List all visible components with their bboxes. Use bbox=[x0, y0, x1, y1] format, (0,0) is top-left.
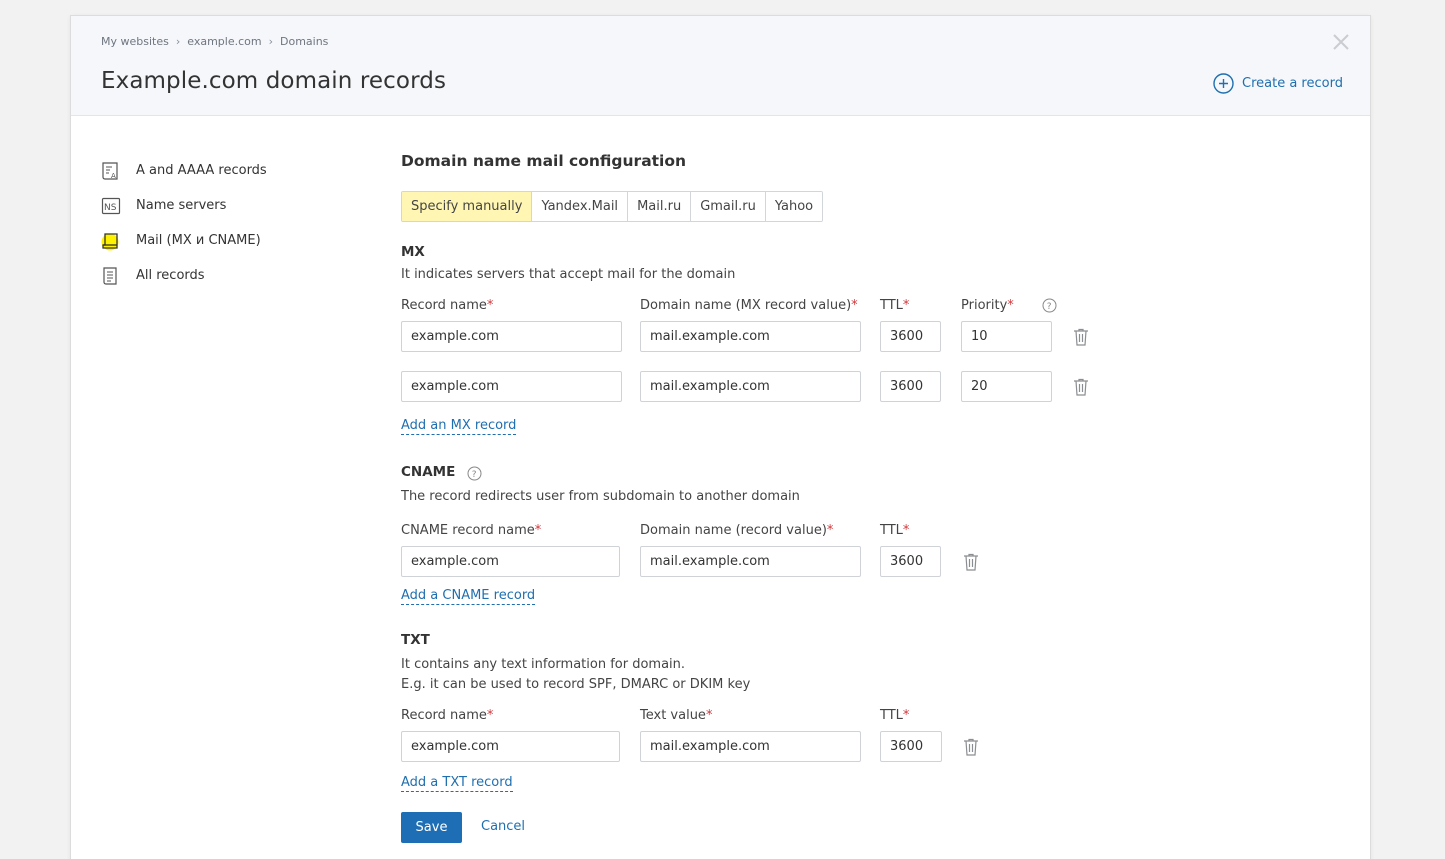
txt-title: TXT bbox=[401, 632, 430, 648]
plus-circle-icon bbox=[1213, 73, 1234, 94]
cname-value-label: Domain name (record value)* bbox=[640, 523, 834, 538]
sidebar-item-all-records[interactable]: All records bbox=[101, 258, 267, 293]
svg-text:NS: NS bbox=[104, 203, 117, 213]
question-circle-icon[interactable]: ? bbox=[1042, 298, 1057, 313]
domain-records-panel: My websites › example.com › Domains Exam… bbox=[70, 15, 1371, 859]
txt-value-label: Text value* bbox=[640, 708, 713, 723]
breadcrumb-my-websites[interactable]: My websites bbox=[101, 35, 169, 48]
sidebar: A A and AAAA records NS Name servers Mai… bbox=[101, 153, 267, 293]
sidebar-item-label: Name servers bbox=[136, 198, 227, 213]
mx-ttl-input[interactable] bbox=[880, 371, 941, 402]
cname-record-value-input[interactable] bbox=[640, 546, 861, 577]
txt-record-name-input[interactable] bbox=[401, 731, 620, 762]
cname-title: CNAME bbox=[401, 464, 456, 480]
tab-gmail-ru[interactable]: Gmail.ru bbox=[691, 192, 766, 221]
tab-specify-manually[interactable]: Specify manually bbox=[402, 192, 533, 221]
txt-name-label: Record name* bbox=[401, 708, 494, 723]
trash-icon[interactable] bbox=[1073, 328, 1089, 346]
sidebar-item-name-servers[interactable]: NS Name servers bbox=[101, 188, 267, 223]
breadcrumb-domains[interactable]: Domains bbox=[280, 35, 328, 48]
mx-title: MX bbox=[401, 244, 425, 260]
sidebar-item-a-records[interactable]: A A and AAAA records bbox=[101, 153, 267, 188]
create-record-button[interactable]: Create a record bbox=[1213, 73, 1343, 94]
trash-icon[interactable] bbox=[963, 738, 979, 756]
mx-record-value-input[interactable] bbox=[640, 371, 861, 402]
sidebar-item-label: Mail (MX и CNAME) bbox=[136, 233, 261, 248]
cname-record-name-input[interactable] bbox=[401, 546, 620, 577]
svg-text:?: ? bbox=[472, 470, 477, 480]
trash-icon[interactable] bbox=[963, 553, 979, 571]
chevron-right-icon: › bbox=[268, 35, 273, 48]
chevron-right-icon: › bbox=[175, 35, 181, 48]
ns-icon: NS bbox=[101, 197, 121, 214]
mx-ttl-input[interactable] bbox=[880, 321, 941, 352]
sidebar-item-mail[interactable]: Mail (MX и CNAME) bbox=[101, 223, 267, 258]
mail-config-title: Domain name mail configuration bbox=[401, 152, 687, 170]
txt-ttl-input[interactable] bbox=[880, 731, 942, 762]
cname-ttl-input[interactable] bbox=[880, 546, 941, 577]
mx-priority-input[interactable] bbox=[961, 321, 1052, 352]
panel-header: My websites › example.com › Domains Exam… bbox=[71, 16, 1370, 116]
mx-ttl-label: TTL* bbox=[880, 298, 910, 313]
mx-record-value-input[interactable] bbox=[640, 321, 861, 352]
page-title: Example.com domain records bbox=[101, 68, 447, 94]
add-txt-record-link[interactable]: Add a TXT record bbox=[401, 775, 513, 792]
a-record-icon: A bbox=[102, 161, 118, 180]
save-button[interactable]: Save bbox=[401, 812, 462, 843]
cancel-button[interactable]: Cancel bbox=[481, 819, 525, 834]
mx-priority-label: Priority* bbox=[961, 298, 1014, 313]
txt-record-value-input[interactable] bbox=[640, 731, 861, 762]
tab-yahoo[interactable]: Yahoo bbox=[765, 192, 823, 221]
cname-name-label: CNAME record name* bbox=[401, 523, 542, 538]
breadcrumb: My websites › example.com › Domains bbox=[101, 35, 328, 48]
sidebar-item-label: A and AAAA records bbox=[136, 163, 267, 178]
trash-icon[interactable] bbox=[1073, 378, 1089, 396]
mx-record-name-input[interactable] bbox=[401, 321, 622, 352]
svg-text:A: A bbox=[111, 172, 116, 180]
txt-description-line-2: E.g. it can be used to record SPF, DMARC… bbox=[401, 677, 751, 692]
svg-text:?: ? bbox=[1047, 302, 1052, 312]
cname-description: The record redirects user from subdomain… bbox=[401, 489, 800, 504]
mail-icon bbox=[101, 232, 119, 250]
txt-ttl-label: TTL* bbox=[880, 708, 910, 723]
mx-record-name-input[interactable] bbox=[401, 371, 622, 402]
question-circle-icon[interactable]: ? bbox=[467, 466, 482, 481]
tab-mail-ru[interactable]: Mail.ru bbox=[628, 192, 692, 221]
sidebar-item-label: All records bbox=[136, 268, 205, 283]
mx-description: It indicates servers that accept mail fo… bbox=[401, 267, 736, 282]
txt-description-line-1: It contains any text information for dom… bbox=[401, 657, 686, 672]
mail-provider-tabs: Specify manually Yandex.Mail Mail.ru Gma… bbox=[401, 191, 824, 222]
tab-yandex-mail[interactable]: Yandex.Mail bbox=[532, 192, 629, 221]
add-mx-record-link[interactable]: Add an MX record bbox=[401, 418, 517, 435]
close-icon[interactable] bbox=[1331, 32, 1351, 52]
list-icon bbox=[103, 266, 117, 285]
breadcrumb-example-com[interactable]: example.com bbox=[187, 35, 261, 48]
cname-ttl-label: TTL* bbox=[880, 523, 910, 538]
mx-value-label: Domain name (MX record value)* bbox=[640, 298, 858, 313]
add-cname-record-link[interactable]: Add a CNAME record bbox=[401, 588, 536, 605]
mx-priority-input[interactable] bbox=[961, 371, 1052, 402]
mx-name-label: Record name* bbox=[401, 298, 494, 313]
create-record-label: Create a record bbox=[1242, 76, 1343, 91]
